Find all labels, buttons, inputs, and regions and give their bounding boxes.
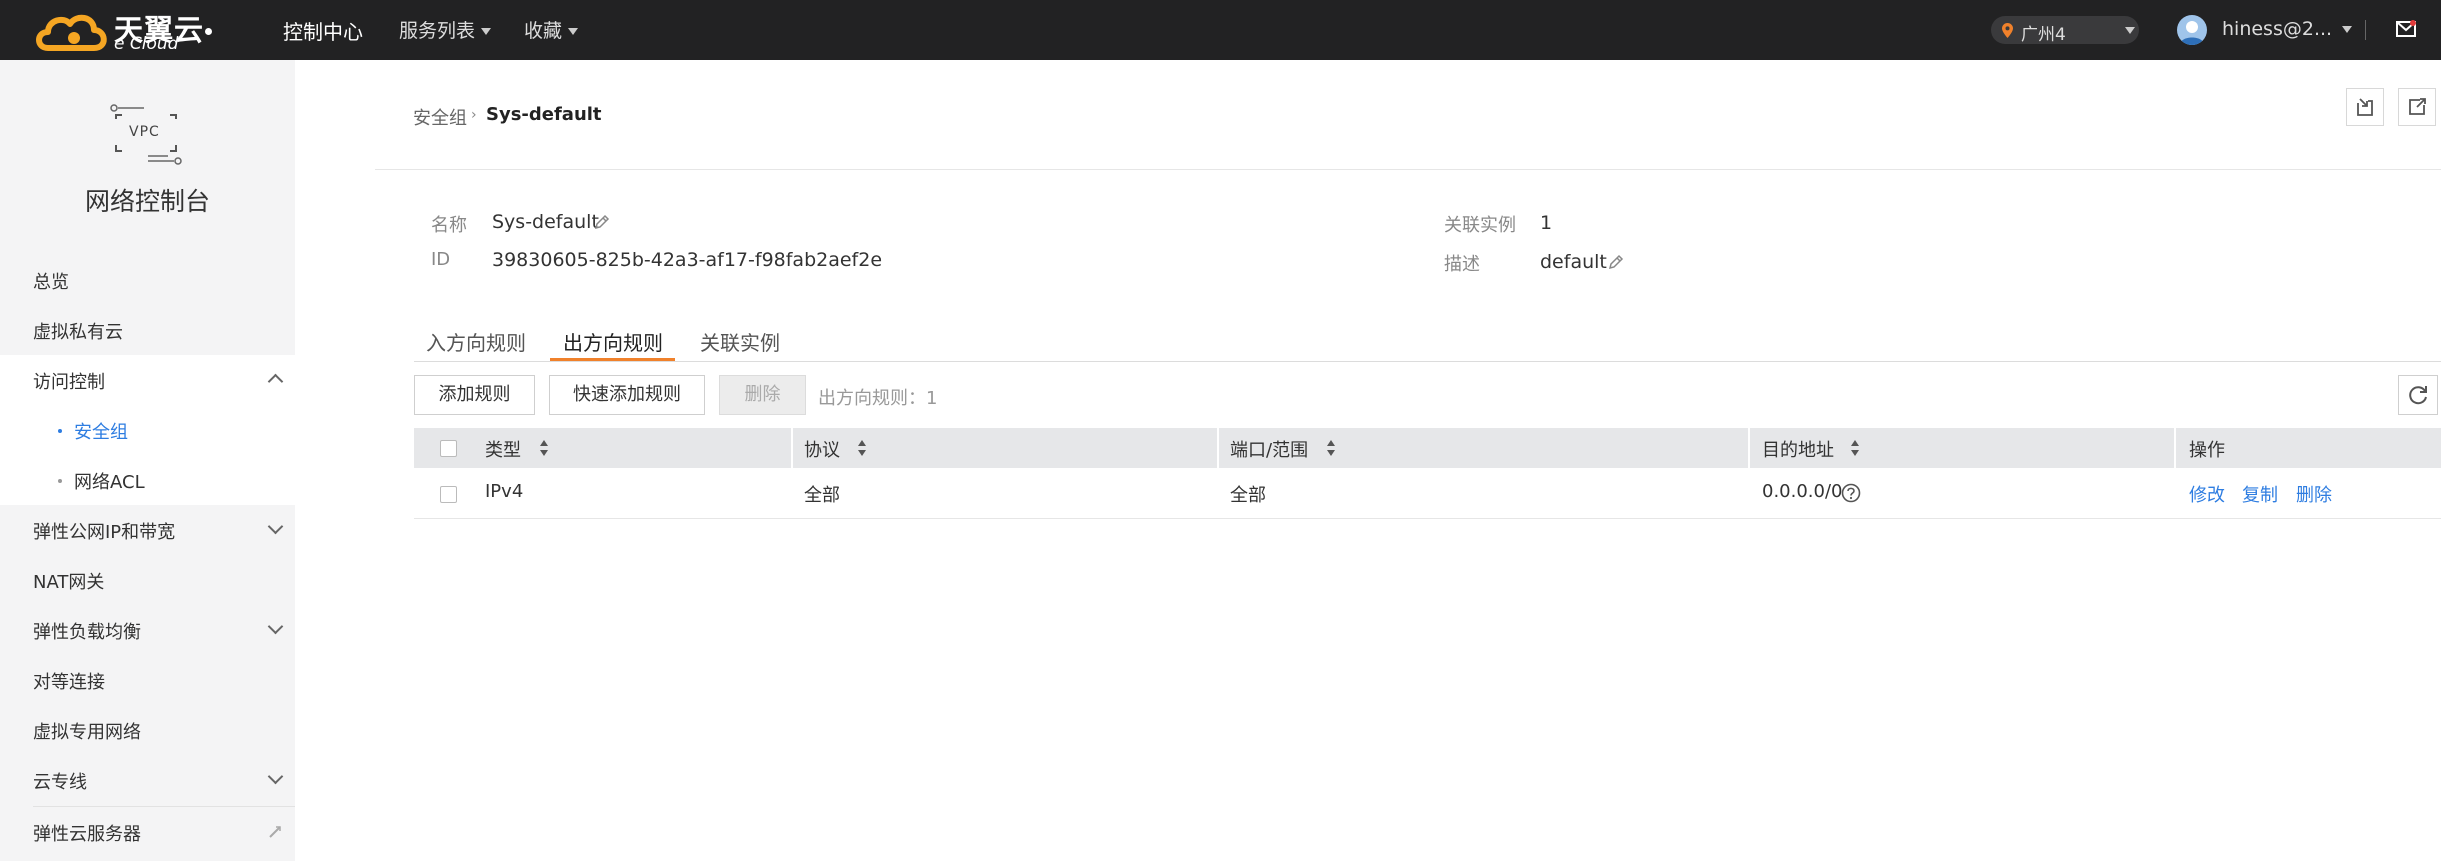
sidebar-item-nat[interactable]: NAT网关 <box>33 568 104 594</box>
sidebar-item-vpc[interactable]: 虚拟私有云 <box>33 318 123 344</box>
sidebar-item-ecs[interactable]: 弹性云服务器 <box>33 820 141 846</box>
export-icon <box>2409 98 2426 115</box>
quick-add-rule-button[interactable]: 快速添加规则 <box>549 375 705 415</box>
copy-rule-link[interactable]: 复制 <box>2242 481 2278 507</box>
sidebar-item-direct-connect[interactable]: 云专线 <box>33 768 87 794</box>
nav-services[interactable]: 服务列表 <box>399 16 492 43</box>
active-tab-indicator <box>550 358 675 361</box>
sidebar-divider <box>33 806 295 807</box>
instances-value: 1 <box>1540 212 1553 234</box>
sidebar-item-network-acl[interactable]: 网络ACL <box>74 468 145 494</box>
services-caret-icon <box>481 28 492 35</box>
edit-name-pencil-icon[interactable] <box>593 213 611 231</box>
breadcrumb-parent[interactable]: 安全组 <box>413 104 467 130</box>
header-protocol: 协议 <box>804 440 840 461</box>
refresh-icon <box>2409 386 2427 405</box>
header-destination: 目的地址 <box>1762 440 1834 461</box>
sidebar-item-eip[interactable]: 弹性公网IP和带宽 <box>33 518 175 544</box>
sort-port-icon[interactable] <box>1326 439 1336 457</box>
sort-protocol-icon[interactable] <box>857 439 867 457</box>
delete-rule-link[interactable]: 删除 <box>2296 481 2332 507</box>
rule-count: 出方向规则：1 <box>818 384 937 410</box>
tab-inbound-rules[interactable]: 入方向规则 <box>426 327 526 356</box>
column-separator <box>1748 428 1750 468</box>
tab-outbound-rules[interactable]: 出方向规则 <box>563 327 663 356</box>
name-value: Sys-default <box>492 211 599 233</box>
header-actions: 操作 <box>2189 440 2225 461</box>
column-separator <box>791 428 793 468</box>
breadcrumb-current: Sys-default <box>486 104 602 125</box>
region-label: 广州4 <box>2021 25 2066 45</box>
column-separator <box>2174 428 2176 468</box>
instances-label: 关联实例 <box>1444 215 1516 236</box>
link-icon[interactable] <box>268 825 282 839</box>
nav-services-label: 服务列表 <box>399 20 476 42</box>
tab-divider <box>414 361 2441 362</box>
region-caret-icon <box>2125 27 2135 34</box>
sidebar-item-elb[interactable]: 弹性负载均衡 <box>33 618 141 644</box>
breadcrumb-separator-icon: › <box>471 107 477 123</box>
top-navbar: 天翼云 e Cloud 控制中心 服务列表 收藏 广州4 hiness@2... <box>0 0 2441 60</box>
region-selector[interactable]: 广州4 <box>1991 16 2139 45</box>
nav-favorites[interactable]: 收藏 <box>524 16 579 43</box>
description-value: default <box>1540 251 1607 273</box>
cell-port-range: 全部 <box>1230 485 1266 506</box>
sidebar-item-vpn[interactable]: 虚拟专用网络 <box>33 718 141 744</box>
brand-sub: e Cloud <box>114 34 179 54</box>
import-icon <box>2357 98 2373 116</box>
topbar-divider <box>2365 20 2366 40</box>
sidebar-item-access-control[interactable]: 访问控制 <box>33 368 105 394</box>
name-label: 名称 <box>431 215 467 236</box>
sidebar-item-overview[interactable]: 总览 <box>33 268 69 294</box>
location-pin-icon <box>2002 23 2013 38</box>
rule-count-value: 1 <box>926 388 938 409</box>
rule-count-label: 出方向规则： <box>818 388 926 409</box>
id-value: 39830605-825b-42a3-af17-f98fab2aef2e <box>492 249 883 271</box>
avatar-icon <box>2180 21 2204 45</box>
row-checkbox[interactable] <box>440 486 457 503</box>
header-divider <box>375 169 2441 170</box>
header-type: 类型 <box>485 440 521 461</box>
sidebar-title: 网络控制台 <box>84 187 210 216</box>
favorites-caret-icon <box>568 28 579 35</box>
sidebar-item-peering[interactable]: 对等连接 <box>33 668 105 694</box>
sort-destination-icon[interactable] <box>1850 439 1860 457</box>
bullet-dot <box>58 429 62 433</box>
sort-type-icon[interactable] <box>539 439 549 457</box>
id-label: ID <box>431 249 451 270</box>
export-button[interactable] <box>2398 88 2436 126</box>
tab-associated-instances[interactable]: 关联实例 <box>700 327 780 356</box>
message-icon[interactable] <box>2396 20 2416 38</box>
refresh-button[interactable] <box>2398 375 2438 415</box>
help-icon[interactable] <box>1841 483 1861 503</box>
cell-type: IPv4 <box>485 481 524 502</box>
row-divider <box>414 518 2441 519</box>
nav-console[interactable]: 控制中心 <box>283 16 363 45</box>
tianyi-cloud-logo-icon[interactable] <box>34 8 112 54</box>
nav-favorites-label: 收藏 <box>524 20 563 42</box>
add-rule-button[interactable]: 添加规则 <box>414 375 535 415</box>
user-name: hiness@2... <box>2222 18 2333 40</box>
select-all-checkbox[interactable] <box>440 440 457 457</box>
sidebar-item-security-group[interactable]: 安全组 <box>74 418 128 444</box>
description-label: 描述 <box>1444 254 1480 275</box>
user-avatar[interactable] <box>2177 15 2207 45</box>
brand-dot <box>205 28 212 35</box>
column-separator <box>1217 428 1219 468</box>
edit-rule-link[interactable]: 修改 <box>2189 481 2225 507</box>
user-caret-icon <box>2342 26 2353 33</box>
table-header <box>414 428 2441 468</box>
cell-protocol: 全部 <box>804 485 840 506</box>
edit-description-pencil-icon[interactable] <box>1607 253 1625 271</box>
vpc-badge: VPC <box>129 124 160 140</box>
header-port-range: 端口/范围 <box>1230 440 1309 461</box>
cell-destination: 0.0.0.0/0 <box>1762 481 1843 502</box>
user-menu[interactable]: hiness@2... <box>2222 18 2353 40</box>
bullet-dot <box>58 479 62 483</box>
import-button[interactable] <box>2346 88 2384 126</box>
delete-button[interactable]: 删除 <box>719 375 806 415</box>
